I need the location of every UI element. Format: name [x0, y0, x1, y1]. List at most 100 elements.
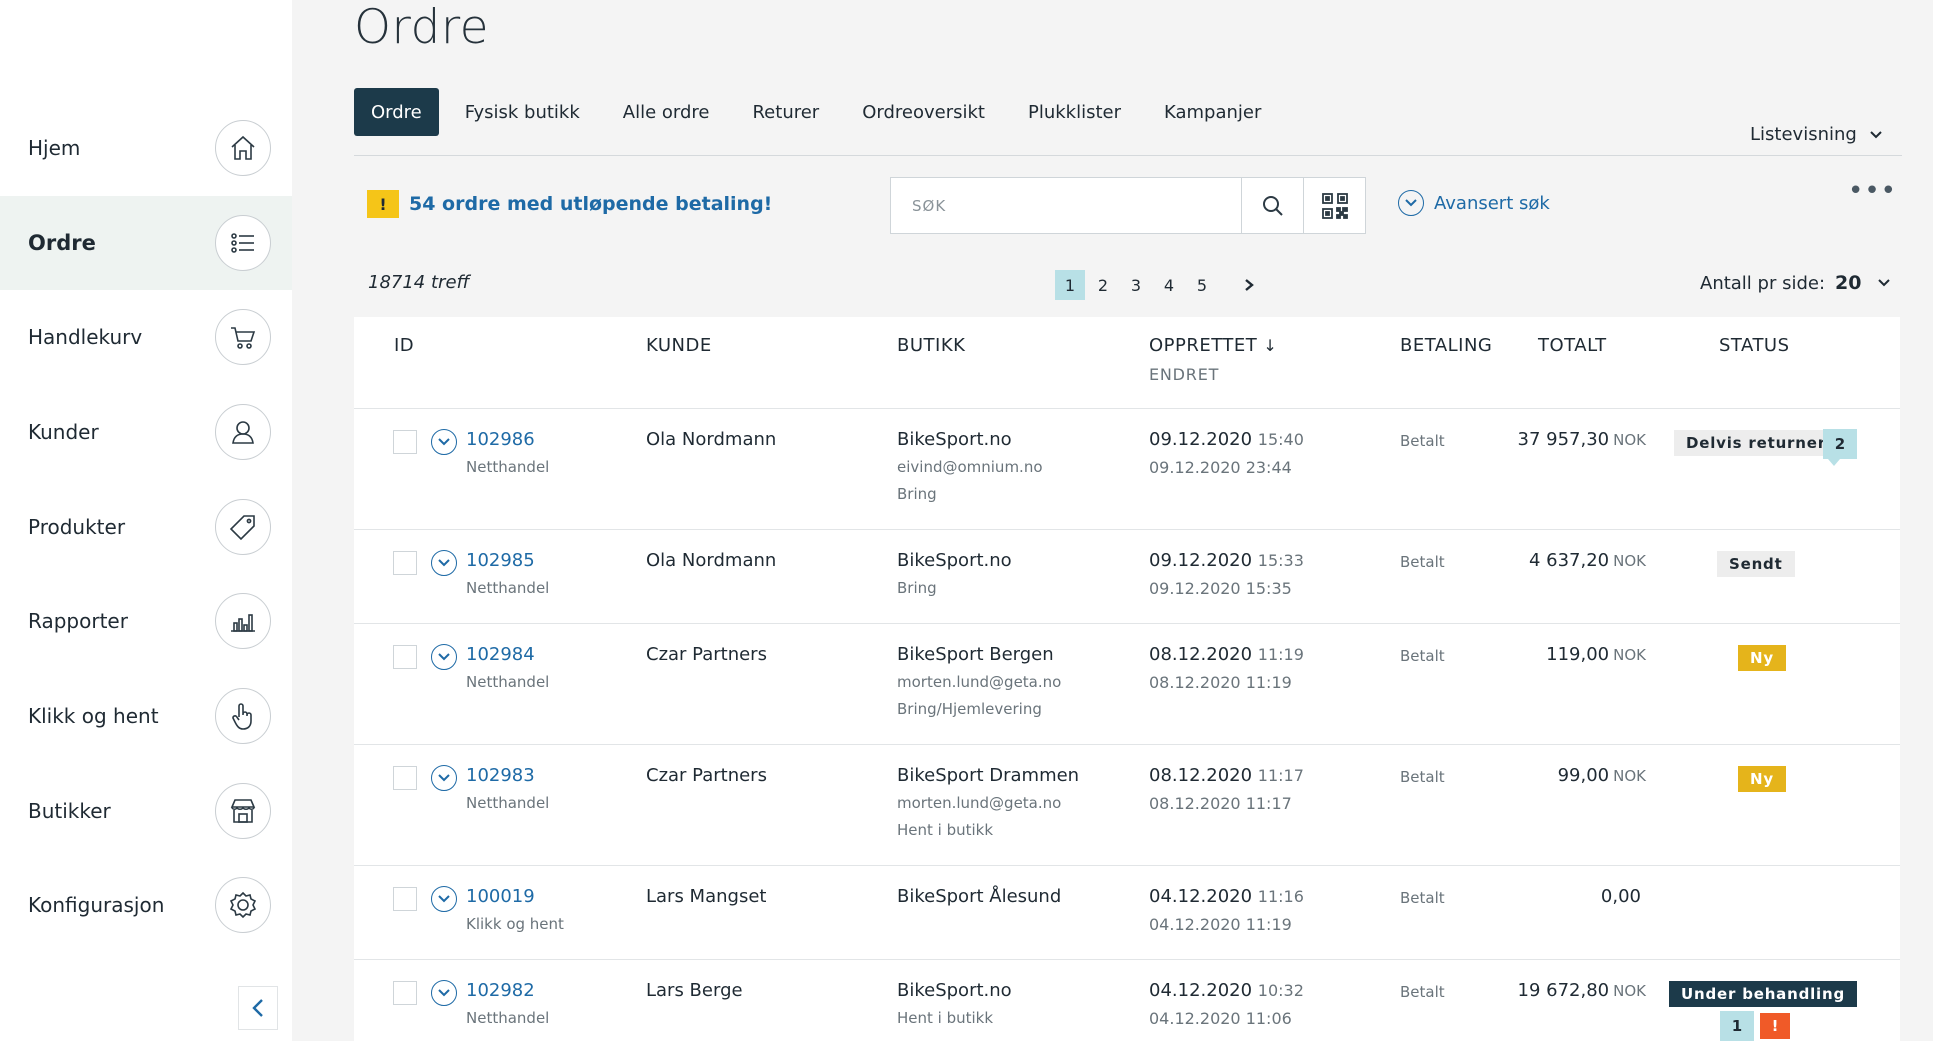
view-mode-label: Listevisning	[1750, 124, 1857, 145]
sidebar-item-konfigurasjon[interactable]: Konfigurasjon	[0, 858, 292, 952]
order-channel: Netthandel	[466, 458, 550, 476]
order-id-link[interactable]: 102984	[466, 644, 535, 665]
search-button[interactable]	[1241, 178, 1303, 233]
total-value: 99,00	[1557, 765, 1610, 786]
tab-kampanjer[interactable]: Kampanjer	[1147, 88, 1278, 136]
column-header-updated[interactable]: ENDRET	[1149, 365, 1219, 384]
chevron-down-icon	[438, 438, 450, 446]
chevron-down-icon	[1398, 190, 1424, 216]
row-expand-button[interactable]	[431, 765, 457, 791]
per-page-select[interactable]: Antall pr side: 20	[1700, 272, 1891, 294]
tab-returer[interactable]: Returer	[735, 88, 836, 136]
page-button[interactable]: 2	[1088, 270, 1118, 300]
comment-count-badge[interactable]: 1	[1720, 1011, 1754, 1041]
row-expand-button[interactable]	[431, 980, 457, 1006]
alert-text: 54 ordre med utløpende betaling!	[409, 193, 773, 215]
created-datetime: 09.12.2020 15:40	[1149, 429, 1304, 450]
sidebar-collapse-button[interactable]	[238, 986, 278, 1030]
row-checkbox[interactable]	[393, 887, 417, 911]
chevron-down-icon	[438, 989, 450, 997]
view-mode-select[interactable]: Listevisning	[1750, 124, 1883, 145]
column-header-total[interactable]: TOTALT	[1538, 335, 1607, 356]
table-row[interactable]: 102982 Netthandel Lars Berge BikeSport.n…	[354, 960, 1900, 1041]
store-name: BikeSport Ålesund	[897, 886, 1062, 907]
page-button[interactable]: 5	[1187, 270, 1217, 300]
currency: NOK	[1613, 552, 1646, 570]
sidebar-item-butikker[interactable]: Butikker	[0, 764, 292, 858]
alert-badge[interactable]: !	[1760, 1013, 1790, 1039]
comment-count-badge[interactable]: 2	[1823, 429, 1857, 459]
sidebar-item-label: Butikker	[28, 799, 111, 823]
row-expand-button[interactable]	[431, 644, 457, 670]
order-total: 99,00 NOK	[1386, 765, 1646, 791]
tab-ordreoversikt[interactable]: Ordreoversikt	[845, 88, 1002, 136]
chevron-down-icon	[1870, 130, 1882, 138]
more-options-icon[interactable]: •••	[1848, 178, 1897, 204]
bar-chart-icon	[215, 593, 271, 649]
table-row[interactable]: 102983 Netthandel Czar Partners BikeSpor…	[354, 745, 1900, 866]
search-input[interactable]	[891, 178, 1241, 233]
order-id-link[interactable]: 102986	[466, 429, 535, 450]
sidebar-item-kunder[interactable]: Kunder	[0, 385, 292, 479]
payment-expiry-alert[interactable]: ! 54 ordre med utløpende betaling!	[367, 190, 772, 218]
store-email: eivind@omnium.no	[897, 458, 1043, 476]
row-checkbox[interactable]	[393, 981, 417, 1005]
row-expand-button[interactable]	[431, 550, 457, 576]
table-row[interactable]: 102986 Netthandel Ola Nordmann BikeSport…	[354, 409, 1900, 530]
chevron-down-icon	[438, 653, 450, 661]
tab-alle-ordre[interactable]: Alle ordre	[606, 88, 727, 136]
customer-name: Ola Nordmann	[646, 429, 777, 450]
row-expand-button[interactable]	[431, 886, 457, 912]
total-amount: 119,00 NOK	[1546, 644, 1646, 665]
total-amount: 0,00	[1601, 886, 1641, 907]
customer-name: Ola Nordmann	[646, 550, 777, 571]
row-checkbox[interactable]	[393, 766, 417, 790]
page-button[interactable]: 1	[1055, 270, 1085, 300]
column-header-store[interactable]: BUTIKK	[897, 335, 965, 356]
order-id-link[interactable]: 102982	[466, 980, 535, 1001]
row-checkbox[interactable]	[393, 551, 417, 575]
table-row[interactable]: 100019 Klikk og hent Lars Mangset BikeSp…	[354, 866, 1900, 960]
column-header-id[interactable]: ID	[394, 335, 414, 356]
sidebar-item-handlekurv[interactable]: Handlekurv	[0, 290, 292, 384]
table-row[interactable]: 102985 Netthandel Ola Nordmann BikeSport…	[354, 530, 1900, 624]
created-date: 08.12.2020	[1149, 765, 1253, 786]
warning-icon: !	[367, 190, 399, 218]
shipping-method: Hent i butikk	[897, 821, 994, 839]
created-time: 11:19	[1257, 645, 1304, 664]
order-id-link[interactable]: 102985	[466, 550, 535, 571]
row-expand-button[interactable]	[431, 429, 457, 455]
row-checkbox[interactable]	[393, 645, 417, 669]
column-header-customer[interactable]: KUNDE	[646, 335, 712, 356]
created-date: 09.12.2020	[1149, 550, 1253, 571]
qr-scan-button[interactable]	[1303, 178, 1365, 233]
sidebar-item-hjem[interactable]: Hjem	[0, 101, 292, 195]
order-id-link[interactable]: 100019	[466, 886, 535, 907]
table-row[interactable]: 102984 Netthandel Czar Partners BikeSpor…	[354, 624, 1900, 745]
order-channel: Netthandel	[466, 579, 550, 597]
column-header-status[interactable]: STATUS	[1719, 335, 1790, 356]
tab-ordre[interactable]: Ordre	[354, 88, 439, 136]
order-channel: Netthandel	[466, 794, 550, 812]
column-header-created[interactable]: OPPRETTET ↓	[1149, 335, 1277, 356]
page-button[interactable]: 4	[1154, 270, 1184, 300]
sidebar-item-ordre[interactable]: Ordre	[0, 196, 292, 290]
updated-datetime: 08.12.2020 11:17	[1149, 794, 1292, 813]
advanced-search-label: Avansert søk	[1434, 192, 1550, 214]
order-id-link[interactable]: 102983	[466, 765, 535, 786]
column-header-payment[interactable]: BETALING	[1400, 335, 1492, 356]
created-date: 08.12.2020	[1149, 644, 1253, 665]
tab-fysisk-butikk[interactable]: Fysisk butikk	[448, 88, 597, 136]
advanced-search-toggle[interactable]: Avansert søk	[1398, 190, 1550, 216]
tab-plukklister[interactable]: Plukklister	[1011, 88, 1138, 136]
header-divider	[354, 155, 1902, 156]
sidebar-item-produkter[interactable]: Produkter	[0, 480, 292, 574]
sidebar-item-label: Ordre	[28, 231, 96, 255]
sidebar-item-rapporter[interactable]: Rapporter	[0, 574, 292, 668]
sidebar-item-klikk-og-hent[interactable]: Klikk og hent	[0, 669, 292, 763]
row-checkbox[interactable]	[393, 430, 417, 454]
next-page-button[interactable]	[1234, 270, 1264, 300]
status-badge: Under behandling	[1669, 981, 1858, 1007]
chevron-down-icon	[438, 559, 450, 567]
page-button[interactable]: 3	[1121, 270, 1151, 300]
